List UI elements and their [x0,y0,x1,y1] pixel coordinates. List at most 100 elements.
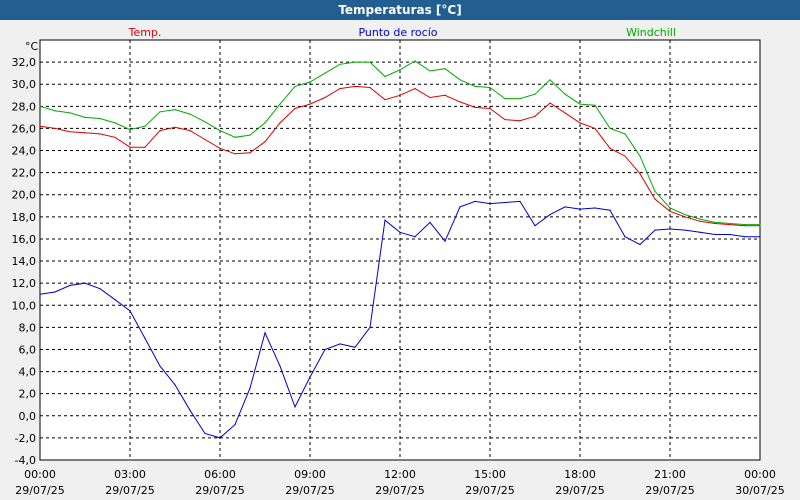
data-point [324,96,326,99]
y-tick-label: 26,0 [12,122,37,135]
data-point [429,70,431,72]
data-point [354,61,356,63]
data-point [414,88,416,90]
x-tick-date: 29/07/25 [645,484,694,497]
data-point [744,236,746,238]
data-point [39,125,41,127]
y-tick-label: 18,0 [12,211,37,224]
y-tick-label: 32,0 [12,56,37,69]
data-point [399,94,401,96]
x-tick-date: 30/07/25 [735,484,784,497]
data-point [369,61,371,63]
data-point [684,214,686,216]
window-title-bar: Temperaturas [°C] [0,0,800,20]
x-tick-time: 03:00 [114,468,146,481]
data-point [99,133,101,135]
data-point [84,132,86,134]
data-point [489,86,491,89]
data-point [84,282,86,284]
data-point [549,214,551,216]
data-point [654,198,656,200]
data-point [624,236,626,238]
data-point [579,208,581,210]
data-point [339,343,341,345]
data-point [549,79,551,81]
y-tick-label: 0,0 [19,410,37,423]
data-point [564,112,566,114]
data-point [504,118,506,121]
data-point [384,75,386,78]
data-point [534,225,536,227]
data-point [414,236,416,238]
data-point [684,216,686,218]
x-tick-time: 15:00 [474,468,506,481]
data-point [579,103,581,105]
y-tick-label: 8,0 [19,321,37,334]
data-point [594,127,596,130]
data-point [279,122,281,124]
data-point [519,200,521,202]
data-point [699,218,701,220]
y-tick-label: 16,0 [12,233,37,246]
data-point [474,200,476,202]
data-point [84,116,86,118]
data-point [474,85,476,88]
data-point [444,240,446,242]
data-point [219,437,221,439]
data-point [114,136,116,138]
y-tick-label: 2,0 [19,388,37,401]
data-point [114,299,116,301]
legend-punto-de-rocio: Punto de rocío [358,26,437,39]
data-point [459,79,461,81]
data-point [384,99,386,101]
legend-windchill: Windchill [626,26,676,39]
data-point [639,155,641,157]
data-point [204,121,206,123]
data-point [294,107,296,110]
data-point [354,346,356,348]
data-point [339,88,341,90]
data-point [369,86,371,89]
data-point [444,68,446,70]
data-point [264,122,266,124]
x-tick-date: 29/07/25 [15,484,64,497]
data-point [144,125,146,127]
data-point [159,130,161,132]
data-point [69,112,71,114]
data-point [669,207,671,209]
data-point [759,225,761,227]
data-point [189,130,191,132]
data-point [624,155,626,157]
data-point [504,97,506,100]
x-tick-time: 06:00 [204,468,236,481]
data-point [249,387,251,389]
data-point [579,122,581,124]
data-point [729,222,731,225]
window-title: Temperaturas [°C] [338,3,462,17]
data-point [609,147,611,149]
data-point [744,223,746,226]
y-tick-label: 4,0 [19,366,37,379]
data-point [669,228,671,230]
data-point [354,85,356,88]
data-point [204,138,206,141]
data-point [504,201,506,204]
data-point [594,207,596,209]
data-point [249,134,251,136]
data-point [714,233,716,236]
data-point [234,424,236,426]
y-tick-label: 30,0 [12,78,37,91]
x-tick-date: 29/07/25 [105,484,154,497]
y-tick-label: 12,0 [12,277,37,290]
data-point [309,81,311,83]
data-point [54,127,56,130]
data-point [39,105,41,107]
data-point [309,376,311,378]
data-point [429,221,431,223]
data-point [639,173,641,175]
data-point [159,365,161,367]
data-point [189,113,191,115]
data-point [519,120,521,122]
data-point [444,94,446,96]
data-point [534,93,536,95]
